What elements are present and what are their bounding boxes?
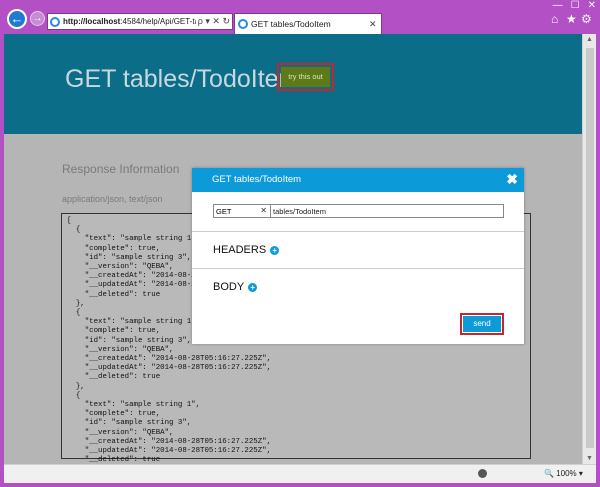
- browser-toolbar: ← → http://localhost:4584/help/Api/GET-t…: [0, 0, 600, 34]
- add-header-plus-icon[interactable]: +: [270, 245, 280, 255]
- address-buttons[interactable]: ρ ▾ ✕ ↻: [196, 16, 232, 27]
- body-label: BODY: [213, 281, 245, 293]
- zoom-level[interactable]: 🔍 100% ▾: [544, 469, 583, 478]
- try-this-out-label: try this out: [281, 67, 330, 87]
- ie-logo-icon: [50, 16, 60, 27]
- tab-close-icon[interactable]: ✕: [369, 19, 381, 30]
- hero-banner: GET tables/TodoItem try this out: [4, 34, 582, 134]
- add-body-plus-icon[interactable]: +: [248, 282, 258, 292]
- send-label: send: [463, 316, 501, 332]
- forward-arrow-icon[interactable]: →: [30, 11, 45, 26]
- home-icon[interactable]: ⌂: [551, 12, 558, 26]
- settings-gear-icon[interactable]: ⚙: [581, 12, 592, 26]
- close-window-icon[interactable]: ✕: [588, 0, 596, 11]
- globe-icon: [478, 469, 487, 478]
- tab-title: GET tables/TodoItem: [251, 19, 331, 29]
- http-method-field[interactable]: GET ✕: [214, 205, 271, 217]
- address-bar[interactable]: http://localhost:4584/help/Api/GET-table…: [47, 13, 233, 30]
- dialog-header: GET tables/TodoItem ✖: [192, 168, 524, 192]
- response-information-heading: Response Information: [62, 162, 180, 176]
- divider: [192, 268, 524, 269]
- scroll-thumb[interactable]: [586, 48, 594, 448]
- headers-section[interactable]: HEADERS +: [213, 244, 280, 256]
- window-controls: — ☐ ✕: [553, 0, 596, 11]
- maximize-icon[interactable]: ☐: [571, 0, 580, 11]
- favorites-star-icon[interactable]: ★: [566, 12, 577, 26]
- status-bar: 🔍 100% ▾: [4, 464, 596, 483]
- page-title: GET tables/TodoItem: [65, 65, 300, 93]
- ie-tab-icon: [238, 19, 248, 29]
- divider: [192, 231, 524, 232]
- mime-types: application/json, text/json: [62, 194, 163, 204]
- dialog-title: GET tables/TodoItem: [212, 174, 302, 185]
- headers-label: HEADERS: [213, 244, 267, 256]
- clear-method-icon[interactable]: ✕: [260, 206, 267, 215]
- back-arrow-icon[interactable]: ←: [7, 9, 27, 29]
- address-path: :4584/help/Api/GET-tables-: [120, 17, 195, 26]
- scroll-down-icon[interactable]: ▼: [586, 455, 593, 462]
- minimize-icon[interactable]: —: [553, 0, 563, 11]
- tab-get-tables-todoitem[interactable]: GET tables/TodoItem ✕: [234, 13, 382, 34]
- address-host: http://localhost: [63, 17, 121, 26]
- body-section[interactable]: BODY +: [213, 281, 258, 293]
- try-it-dialog: GET tables/TodoItem ✖ GET ✕ HEADERS + BO…: [192, 168, 524, 344]
- scroll-up-icon[interactable]: ▲: [586, 36, 593, 43]
- vertical-scrollbar[interactable]: ▲ ▼: [582, 34, 596, 464]
- try-this-out-button[interactable]: try this out: [277, 63, 334, 91]
- close-icon[interactable]: ✖: [506, 170, 518, 188]
- request-path-input[interactable]: [271, 205, 503, 217]
- request-line: GET ✕: [213, 204, 504, 218]
- send-button[interactable]: send: [460, 313, 504, 335]
- http-method-value: GET: [216, 206, 232, 216]
